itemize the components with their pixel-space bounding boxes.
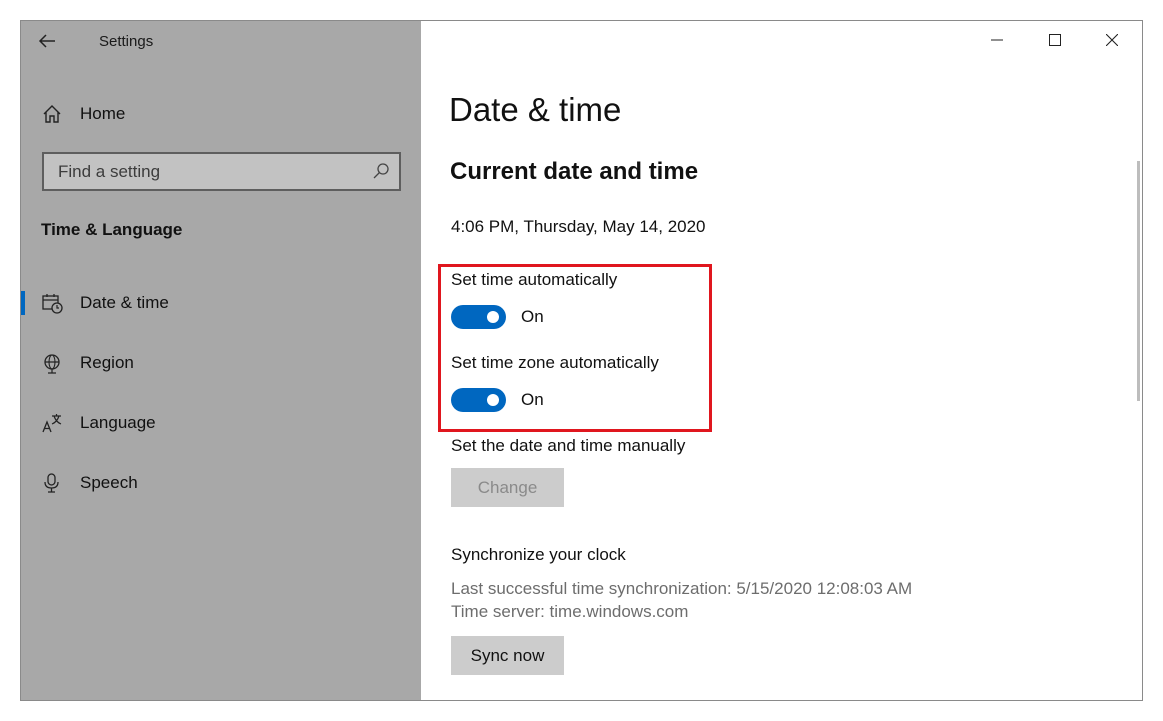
page-title: Date & time <box>449 91 622 128</box>
home-icon <box>43 105 61 123</box>
content-pane: Date & time Current date and time 4:06 P… <box>421 21 1142 700</box>
toggle-knob <box>487 311 499 323</box>
sidebar-item-label: Date & time <box>80 293 169 312</box>
microphone-icon <box>44 473 59 493</box>
search-icon[interactable] <box>372 162 390 180</box>
selected-indicator <box>21 291 25 315</box>
sidebar-item-label: Region <box>80 353 134 372</box>
scrollbar[interactable] <box>1137 161 1140 401</box>
app-title: Settings <box>99 33 154 50</box>
settings-window: Settings Home Time & Language D <box>20 20 1143 701</box>
set-timezone-auto-state: On <box>521 390 544 409</box>
change-button[interactable]: Change <box>451 468 564 507</box>
maximize-button[interactable] <box>1028 21 1084 61</box>
sidebar: Settings Home Time & Language D <box>21 21 421 700</box>
sidebar-item-home[interactable]: Home <box>21 97 421 129</box>
search-input[interactable] <box>44 154 364 189</box>
title-bar: Settings <box>21 21 421 63</box>
set-timezone-auto-toggle[interactable] <box>451 388 506 412</box>
maximize-icon <box>1049 34 1061 46</box>
section-title: Current date and time <box>450 158 699 185</box>
sidebar-item-language[interactable]: Language <box>21 403 421 443</box>
language-icon <box>42 414 62 433</box>
group-title: Time & Language <box>41 220 183 239</box>
current-datetime: 4:06 PM, Thursday, May 14, 2020 <box>451 217 706 236</box>
set-time-auto-state: On <box>521 307 544 326</box>
sync-now-button[interactable]: Sync now <box>451 636 564 675</box>
back-button[interactable] <box>37 31 63 53</box>
search-box[interactable] <box>42 152 401 191</box>
back-arrow-icon <box>38 34 55 48</box>
toggle-knob <box>487 394 499 406</box>
globe-icon <box>44 354 60 374</box>
minimize-icon <box>991 39 1003 41</box>
calendar-clock-icon <box>42 294 63 314</box>
set-time-auto-label: Set time automatically <box>451 270 618 289</box>
sidebar-item-label: Home <box>80 104 126 123</box>
last-sync-text: Last successful time synchronization: 5/… <box>451 579 913 598</box>
close-button[interactable] <box>1085 21 1141 61</box>
close-icon <box>1106 34 1118 46</box>
sidebar-item-date-time[interactable]: Date & time <box>21 283 421 323</box>
set-timezone-auto-label: Set time zone automatically <box>451 353 659 372</box>
time-server-text: Time server: time.windows.com <box>451 602 689 621</box>
sidebar-item-label: Language <box>80 413 156 432</box>
manual-time-label: Set the date and time manually <box>451 436 686 455</box>
sync-header: Synchronize your clock <box>451 545 626 564</box>
sidebar-item-speech[interactable]: Speech <box>21 463 421 503</box>
sidebar-item-region[interactable]: Region <box>21 343 421 383</box>
set-time-auto-toggle[interactable] <box>451 305 506 329</box>
sidebar-item-label: Speech <box>80 473 138 492</box>
minimize-button[interactable] <box>970 21 1026 61</box>
